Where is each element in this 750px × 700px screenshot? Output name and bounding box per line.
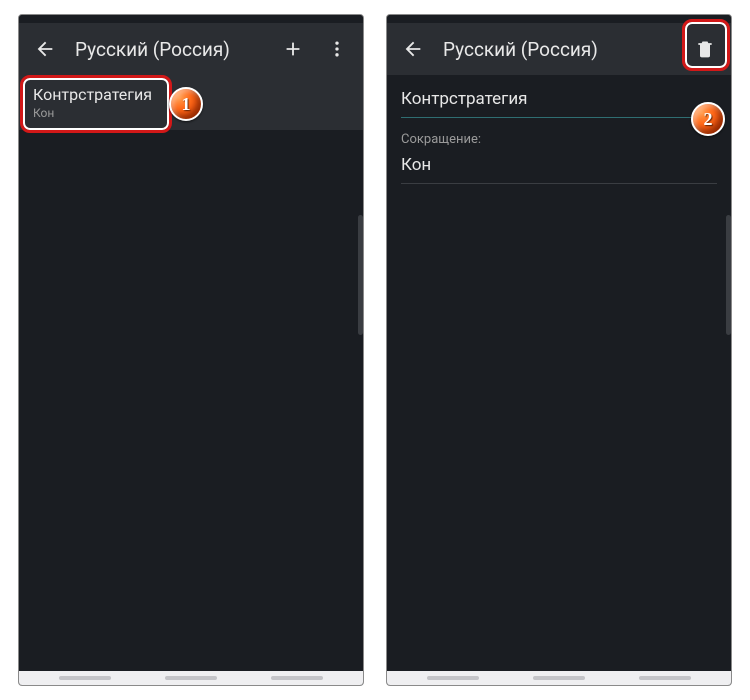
nav-pill	[427, 676, 479, 680]
phone-right: Русский (Россия) Контрстратегия Сокращен…	[386, 14, 732, 686]
plus-icon	[282, 38, 304, 60]
arrow-back-icon	[34, 38, 56, 60]
content-area: Контрстратегия Кон	[19, 75, 363, 671]
shortcut-label: Сокращение:	[401, 132, 717, 147]
add-button[interactable]	[273, 29, 313, 69]
dictionary-entry-row[interactable]: Контрстратегия Кон	[19, 75, 363, 130]
android-nav-bar	[387, 671, 731, 685]
more-vert-icon	[327, 39, 347, 59]
nav-pill	[271, 676, 323, 680]
nav-pill	[165, 676, 217, 680]
content-area: Контрстратегия Сокращение: Кон	[387, 75, 731, 671]
toolbar: Русский (Россия)	[19, 23, 363, 75]
status-bar	[387, 15, 731, 23]
back-button[interactable]	[393, 29, 433, 69]
scroll-indicator	[726, 215, 731, 335]
arrow-back-icon	[402, 38, 424, 60]
android-nav-bar	[19, 671, 363, 685]
entry-shortcut: Кон	[33, 106, 349, 120]
entry-word: Контрстратегия	[33, 85, 349, 104]
nav-pill	[639, 676, 691, 680]
trash-icon	[695, 39, 715, 59]
edit-form: Контрстратегия Сокращение: Кон	[387, 75, 731, 184]
word-input[interactable]: Контрстратегия	[401, 83, 717, 118]
nav-pill	[533, 676, 585, 680]
toolbar-title: Русский (Россия)	[69, 38, 269, 61]
back-button[interactable]	[25, 29, 65, 69]
status-bar	[19, 15, 363, 23]
toolbar: Русский (Россия)	[387, 23, 731, 75]
more-button[interactable]	[317, 29, 357, 69]
word-field: Контрстратегия	[401, 83, 717, 118]
scroll-indicator	[358, 215, 363, 335]
shortcut-field: Сокращение: Кон	[401, 132, 717, 184]
shortcut-input[interactable]: Кон	[401, 149, 717, 184]
delete-button[interactable]	[685, 29, 725, 69]
nav-pill	[59, 676, 111, 680]
phone-left: Русский (Россия) Контрстратегия Кон 1	[18, 14, 364, 686]
toolbar-title: Русский (Россия)	[437, 38, 681, 61]
